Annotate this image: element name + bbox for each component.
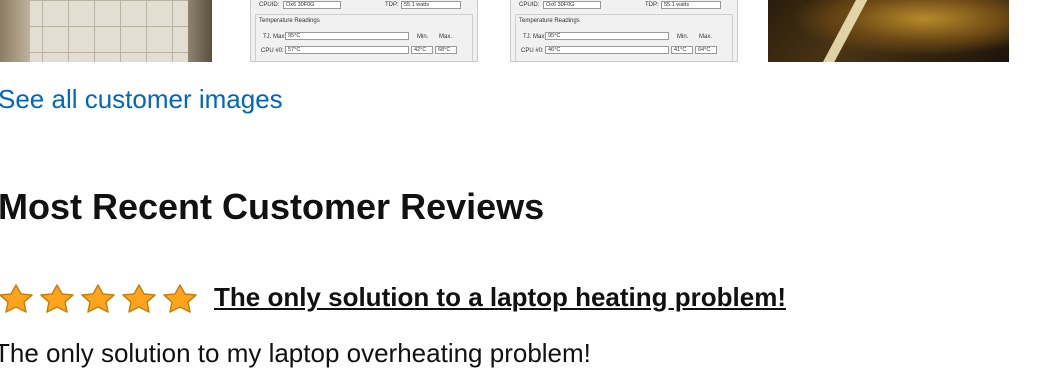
- dark-photo-image: [768, 0, 1009, 62]
- customer-image-thumbnail-3[interactable]: CPUID: Ox6 30F0G TDP: 55.1 watts Tempera…: [510, 0, 738, 62]
- star-icon: [163, 284, 197, 313]
- image-shadow-right: [188, 0, 212, 62]
- customer-image-thumbnail-1[interactable]: [0, 0, 212, 62]
- customer-images-strip: CPUID: Ox6 30F0G TDP: 55.1 watts Tempera…: [0, 0, 1059, 62]
- tj-max-value: 95°C: [285, 32, 409, 40]
- cpu-core-value: 46°C: [545, 46, 669, 54]
- temperature-section-title: Temperature Readings: [259, 18, 320, 24]
- min-label: Min.: [677, 34, 689, 40]
- star-icon: [81, 284, 115, 313]
- review-title-link[interactable]: The only solution to a laptop heating pr…: [214, 282, 786, 313]
- reviews-section-heading: Most Recent Customer Reviews: [0, 186, 545, 227]
- tj-max-label: TJ. Max:: [263, 34, 287, 40]
- star-rating[interactable]: [0, 283, 206, 313]
- customer-image-thumbnail-2[interactable]: CPUID: Ox6 30F0G TDP: 55.1 watts Tempera…: [250, 0, 478, 62]
- star-icon: [40, 284, 74, 313]
- cpuid-label: CPUID:: [519, 2, 540, 8]
- tdp-value: 55.1 watts: [401, 1, 461, 9]
- star-icon: [0, 284, 33, 313]
- customer-image-thumbnail-4[interactable]: [768, 0, 1009, 62]
- tdp-value: 55.1 watts: [661, 1, 721, 9]
- tj-max-value: 95°C: [545, 32, 669, 40]
- review-body-text: The only solution to my laptop overheati…: [0, 338, 591, 368]
- min-value: 42°C: [411, 46, 433, 54]
- min-value: 41°C: [671, 46, 693, 54]
- tdp-label: TDP:: [645, 2, 659, 8]
- cpu-core-value: 57°C: [285, 46, 409, 54]
- tj-max-label: TJ. Max:: [523, 34, 547, 40]
- temperature-section-title: Temperature Readings: [519, 18, 580, 24]
- tile-floor-image: [0, 0, 212, 62]
- cpu-core-label: CPU #0:: [261, 48, 284, 54]
- max-label: Max.: [699, 34, 713, 40]
- cpu-core-label: CPU #0:: [521, 48, 544, 54]
- max-value: 64°C: [695, 46, 717, 54]
- cpuid-value: Ox6 30F0G: [543, 1, 601, 9]
- tdp-label: TDP:: [385, 2, 399, 8]
- cpuid-value: Ox6 30F0G: [283, 1, 341, 9]
- min-label: Min.: [417, 34, 429, 40]
- star-icon: [122, 284, 156, 313]
- max-label: Max.: [439, 34, 453, 40]
- max-value: 68°C: [435, 46, 457, 54]
- image-shadow: [0, 0, 30, 62]
- cpuid-label: CPUID:: [259, 2, 280, 8]
- see-all-customer-images-link[interactable]: See all customer images: [0, 84, 283, 115]
